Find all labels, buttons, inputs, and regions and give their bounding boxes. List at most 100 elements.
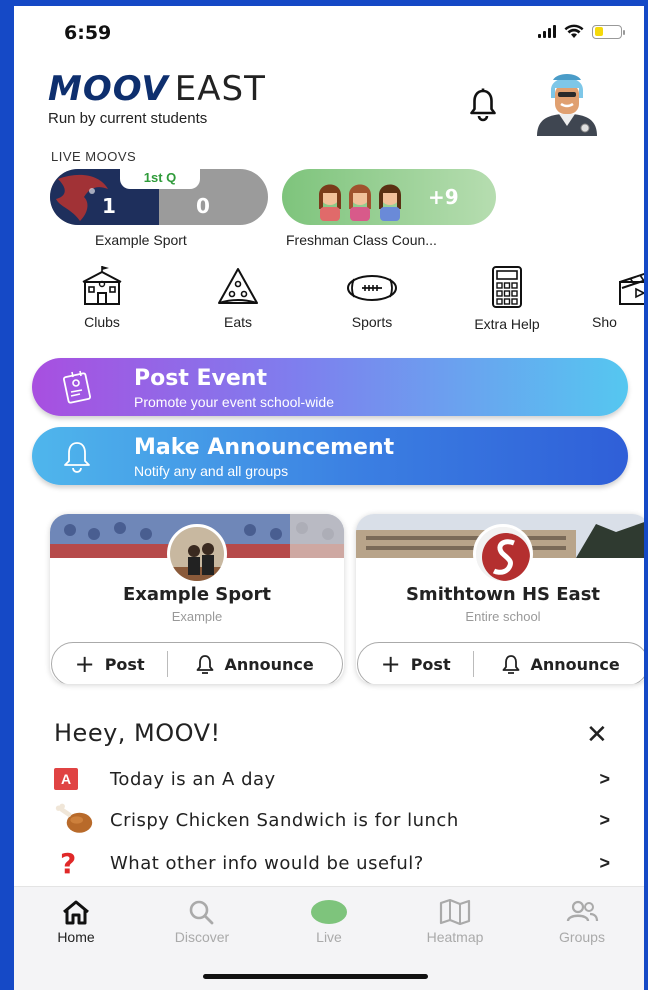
group-subtitle: Entire school — [465, 609, 541, 624]
group-actions: + Post Announce — [51, 642, 343, 684]
info-title: Heey, MOOV! — [54, 719, 221, 747]
info-row-day[interactable]: A Today is an A day > — [54, 761, 610, 797]
group-post-button[interactable]: + Post — [52, 643, 167, 684]
profile-avatar[interactable] — [531, 68, 603, 136]
live-class-card[interactable]: +9 — [282, 169, 496, 225]
announce-label: Announce — [224, 654, 314, 674]
app-logo: MOOV EAST — [48, 72, 266, 106]
chevron-right-icon: > — [599, 768, 610, 789]
tab-discover[interactable]: Discover — [152, 899, 252, 945]
status-bar: 6:59 — [14, 6, 644, 56]
tab-heatmap[interactable]: Heatmap — [405, 899, 505, 945]
chevron-right-icon: > — [599, 852, 610, 873]
calculator-icon — [492, 266, 522, 308]
search-icon — [189, 900, 214, 925]
tab-groups[interactable]: Groups — [532, 899, 632, 945]
close-icon[interactable]: ✕ — [586, 721, 608, 747]
group-avatar — [473, 524, 533, 584]
category-extra-help[interactable]: Extra Help — [452, 266, 562, 332]
chevron-right-icon: > — [599, 809, 610, 830]
make-announcement-subtitle: Notify any and all groups — [134, 463, 289, 479]
category-sports[interactable]: Sports — [317, 266, 427, 330]
logo-bold: MOOV — [48, 69, 169, 109]
quarter-badge: 1st Q — [120, 169, 200, 189]
bell-icon — [197, 655, 214, 674]
info-text: Today is an A day — [110, 768, 276, 790]
group-avatar — [167, 524, 227, 584]
group-card-smithtown-east[interactable]: Smithtown HS East Entire school + Post A… — [356, 514, 644, 684]
bell-icon — [503, 655, 520, 674]
app-screen: 6:59 MOOV EAST Run by current students L… — [14, 6, 644, 990]
tab-live[interactable]: Live — [279, 899, 379, 945]
extra-members-count: +9 — [428, 185, 459, 209]
question-mark-icon: ? — [60, 846, 77, 880]
category-label: Sports — [351, 314, 393, 330]
tab-label: Live — [316, 929, 342, 945]
category-label: Sho — [592, 314, 617, 330]
event-flyer-icon — [63, 370, 91, 404]
tab-label: Home — [57, 929, 95, 945]
map-icon — [439, 899, 471, 925]
pizza-icon — [218, 268, 258, 304]
signal-icon — [538, 25, 556, 38]
away-score: 0 — [196, 194, 210, 218]
plus-icon: + — [74, 650, 95, 678]
make-announcement-title: Make Announcement — [134, 435, 395, 460]
tab-home[interactable]: Home — [26, 899, 126, 945]
clapperboard-icon — [619, 272, 644, 305]
group-subtitle: Example — [171, 609, 223, 624]
category-label: Clubs — [84, 314, 120, 330]
info-row-lunch[interactable]: Crispy Chicken Sandwich is for lunch > — [54, 802, 610, 838]
post-event-title: Post Event — [134, 366, 267, 391]
group-name: Smithtown HS East — [405, 584, 601, 605]
group-card-example-sport[interactable]: Example Sport Example + Post Announce — [50, 514, 344, 684]
group-announce-button[interactable]: Announce — [167, 651, 342, 677]
home-score: 1 — [102, 194, 116, 218]
group-announce-button[interactable]: Announce — [473, 651, 644, 677]
category-label: Eats — [223, 314, 252, 330]
info-row-feedback[interactable]: ? What other info would be useful? > — [54, 845, 610, 881]
announce-label: Announce — [530, 654, 620, 674]
group-actions: + Post Announce — [357, 642, 644, 684]
category-row: Clubs Eats Sports Extra Help Sho — [14, 266, 644, 336]
live-caption-class: Freshman Class Coun... — [286, 232, 437, 248]
brand-header: MOOV EAST Run by current students — [48, 72, 266, 127]
group-name: Example Sport — [122, 584, 272, 605]
category-shows[interactable]: Sho — [592, 266, 644, 330]
tab-label: Groups — [559, 929, 605, 945]
class-members-icon — [319, 184, 401, 221]
bell-icon — [64, 442, 90, 473]
tab-label: Heatmap — [426, 929, 484, 945]
notifications-bell-icon[interactable] — [468, 88, 498, 122]
post-label: Post — [104, 654, 145, 674]
category-label: Extra Help — [474, 316, 540, 332]
live-game-card[interactable]: 1 0 1st Q — [50, 169, 268, 225]
home-icon — [63, 900, 89, 925]
home-indicator[interactable] — [203, 974, 428, 979]
post-label: Post — [410, 654, 451, 674]
group-post-button[interactable]: + Post — [358, 643, 473, 684]
info-text: Crispy Chicken Sandwich is for lunch — [110, 809, 459, 831]
school-icon — [82, 266, 122, 305]
make-announcement-button[interactable]: Make Announcement Notify any and all gro… — [32, 427, 628, 485]
plus-icon: + — [380, 650, 401, 678]
status-time: 6:59 — [64, 22, 112, 44]
info-text: What other info would be useful? — [110, 852, 424, 874]
status-icons — [538, 24, 625, 39]
post-event-button[interactable]: Post Event Promote your event school-wid… — [32, 358, 628, 416]
people-icon — [566, 900, 599, 922]
drumstick-icon — [55, 803, 93, 833]
live-moovs-label: LIVE MOOVS — [51, 149, 137, 164]
football-icon — [347, 275, 397, 301]
tagline: Run by current students — [48, 110, 208, 127]
logo-light: EAST — [174, 69, 266, 109]
category-eats[interactable]: Eats — [183, 266, 293, 330]
a-day-badge-icon: A — [54, 768, 78, 790]
live-dot-icon — [311, 900, 347, 924]
wifi-icon — [564, 24, 584, 38]
live-caption-sport: Example Sport — [95, 232, 187, 248]
tab-label: Discover — [174, 929, 230, 945]
battery-icon — [592, 24, 625, 39]
category-clubs[interactable]: Clubs — [47, 266, 157, 330]
post-event-subtitle: Promote your event school-wide — [134, 394, 334, 410]
